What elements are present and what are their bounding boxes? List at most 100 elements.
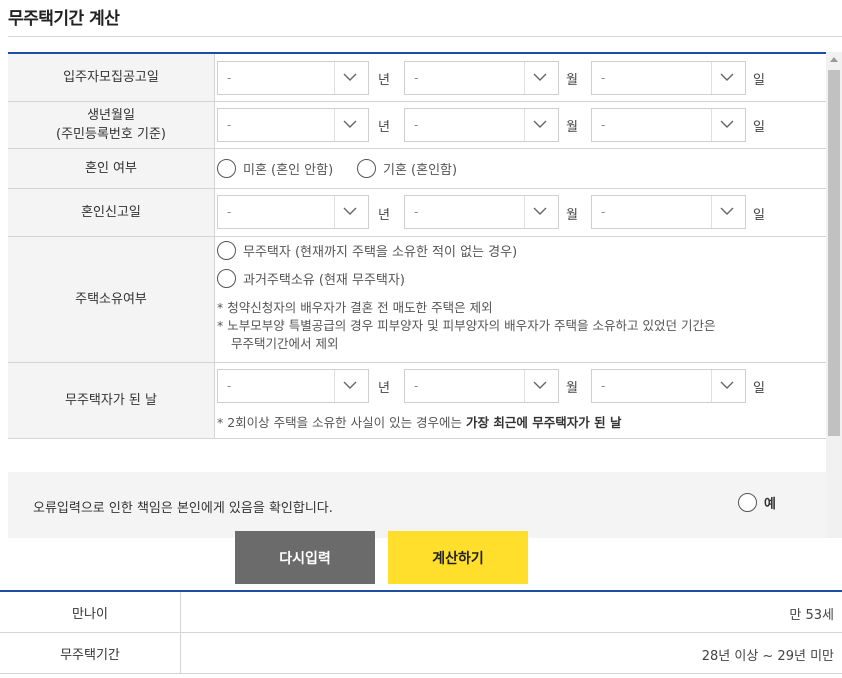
scrollbar-thumb[interactable] <box>828 70 840 436</box>
unit-day: 일 <box>753 120 765 135</box>
select-value: - <box>227 379 232 393</box>
period-label: 무주택기간 <box>0 633 181 673</box>
select-value: - <box>227 205 232 219</box>
homeless-day-select[interactable]: - <box>591 369 746 403</box>
select-value: - <box>601 379 606 393</box>
confirm-text: 오류입력으로 인한 책임은 본인에게 있음을 확인합니다. <box>33 501 333 516</box>
radio-circle <box>217 159 236 178</box>
marriage-month-select[interactable]: - <box>404 195 559 229</box>
reset-button[interactable]: 다시입력 <box>235 531 375 584</box>
row-marriage-date: 혼인신고일 - 년 - 월 - 일 <box>8 189 826 237</box>
homeless-note-bold: 가장 최근에 무주택자가 된 날 <box>466 415 622 430</box>
recruit-date-label: 입주자모집공고일 <box>8 54 215 101</box>
chevron-down-icon <box>524 62 554 94</box>
ownership-note-1: * 청약신청자의 배우자가 결혼 전 매도한 주택은 제외 <box>217 300 493 315</box>
birth-day-select[interactable]: - <box>591 108 746 142</box>
radio-label: 과거주택소유 (현재 무주택자) <box>243 273 405 288</box>
ownership-past-radio[interactable]: 과거주택소유 (현재 무주택자) <box>217 269 405 288</box>
homeless-note-text: * 2회이상 주택을 소유한 사실이 있는 경우에는 <box>217 415 467 430</box>
ownership-label: 주택소유여부 <box>8 237 215 362</box>
page-title: 무주택기간 계산 <box>8 9 120 29</box>
select-value: - <box>227 71 232 85</box>
unit-day: 일 <box>753 73 765 88</box>
unit-year: 년 <box>378 73 390 88</box>
unit-year: 년 <box>378 381 390 396</box>
homeless-note: * 2회이상 주택을 소유한 사실이 있는 경우에는 가장 최근에 무주택자가 … <box>217 414 621 432</box>
ownership-note-2: * 노부모부양 특별공급의 경우 피부양자 및 피부양자의 배우자가 주택을 소… <box>217 318 716 333</box>
row-homeless-date: 무주택자가 된 날 - 년 - 월 - 일 * 2회이상 주택을 소유한 사실이… <box>8 363 826 439</box>
select-value: - <box>601 71 606 85</box>
ownership-notes: * 청약신청자의 배우자가 결혼 전 매도한 주택은 제외 * 노부모부양 특별… <box>217 299 715 353</box>
recruit-day-select[interactable]: - <box>591 61 746 95</box>
select-value: - <box>414 205 419 219</box>
unit-day: 일 <box>753 381 765 396</box>
chevron-down-icon <box>334 62 364 94</box>
ownership-never-radio[interactable]: 무주택자 (현재까지 주택을 소유한 적이 없는 경우) <box>217 241 517 260</box>
select-value: - <box>414 379 419 393</box>
unit-year: 년 <box>378 208 390 223</box>
birth-year-select[interactable]: - <box>217 108 369 142</box>
chevron-down-icon <box>711 62 741 94</box>
unit-day: 일 <box>753 208 765 223</box>
radio-circle <box>217 269 236 288</box>
result-table: 만나이 만 53세 무주택기간 28년 이상 ~ 29년 미만 <box>0 590 842 674</box>
marriage-married-radio[interactable]: 기혼 (혼인함) <box>357 159 457 178</box>
marriage-year-select[interactable]: - <box>217 195 369 229</box>
confirm-yes-radio[interactable]: 예 <box>738 493 776 512</box>
period-value: 28년 이상 ~ 29년 미만 <box>701 649 834 664</box>
calc-form: 입주자모집공고일 - 년 - 월 - 일 생년월일 (주민등록번호 기준) - … <box>8 52 826 439</box>
chevron-down-icon <box>524 109 554 141</box>
select-value: - <box>227 118 232 132</box>
ownership-note-2-cont: 무주택기간에서 제외 <box>231 336 339 351</box>
radio-label: 기혼 (혼인함) <box>383 163 458 178</box>
recruit-year-select[interactable]: - <box>217 61 369 95</box>
row-marriage: 혼인 여부 미혼 (혼인 안함) 기혼 (혼인함) <box>8 149 826 189</box>
age-label: 만나이 <box>0 592 181 632</box>
radio-circle <box>217 241 236 260</box>
chevron-down-icon <box>334 370 364 402</box>
confirm-box: 오류입력으로 인한 책임은 본인에게 있음을 확인합니다. 예 <box>8 472 826 538</box>
unit-month: 월 <box>566 73 578 88</box>
unit-year: 년 <box>378 120 390 135</box>
homeless-month-select[interactable]: - <box>404 369 559 403</box>
marriage-single-radio[interactable]: 미혼 (혼인 안함) <box>217 159 333 178</box>
age-value: 만 53세 <box>789 608 834 623</box>
chevron-down-icon <box>334 196 364 228</box>
marriage-date-label: 혼인신고일 <box>8 189 215 236</box>
homeless-year-select[interactable]: - <box>217 369 369 403</box>
marriage-label: 혼인 여부 <box>8 149 215 188</box>
birth-date-label-line2: (주민등록번호 기준) <box>56 127 166 142</box>
unit-month: 월 <box>566 381 578 396</box>
row-birth-date: 생년월일 (주민등록번호 기준) - 년 - 월 - 일 <box>8 102 826 149</box>
scroll-up-arrow-icon[interactable] <box>830 57 838 62</box>
radio-label: 미혼 (혼인 안함) <box>243 163 334 178</box>
select-value: - <box>601 205 606 219</box>
chevron-down-icon <box>524 370 554 402</box>
unit-month: 월 <box>566 208 578 223</box>
chevron-down-icon <box>711 109 741 141</box>
row-recruit-date: 입주자모집공고일 - 년 - 월 - 일 <box>8 54 826 102</box>
select-value: - <box>601 118 606 132</box>
chevron-down-icon <box>711 370 741 402</box>
radio-label: 예 <box>764 497 776 512</box>
select-value: - <box>414 118 419 132</box>
birth-date-label-line1: 생년월일 <box>87 108 135 123</box>
result-row-period: 무주택기간 28년 이상 ~ 29년 미만 <box>0 633 842 674</box>
result-row-age: 만나이 만 53세 <box>0 592 842 633</box>
recruit-month-select[interactable]: - <box>404 61 559 95</box>
birth-date-label: 생년월일 (주민등록번호 기준) <box>8 102 215 148</box>
radio-circle <box>357 159 376 178</box>
select-value: - <box>414 71 419 85</box>
chevron-down-icon <box>334 109 364 141</box>
row-ownership: 주택소유여부 무주택자 (현재까지 주택을 소유한 적이 없는 경우) 과거주택… <box>8 237 826 363</box>
radio-label: 무주택자 (현재까지 주택을 소유한 적이 없는 경우) <box>243 245 518 260</box>
title-divider <box>8 36 842 37</box>
vertical-scrollbar[interactable] <box>826 52 842 538</box>
unit-month: 월 <box>566 120 578 135</box>
chevron-down-icon <box>524 196 554 228</box>
radio-circle <box>738 493 757 512</box>
chevron-down-icon <box>711 196 741 228</box>
marriage-day-select[interactable]: - <box>591 195 746 229</box>
calculate-button[interactable]: 계산하기 <box>388 531 528 584</box>
birth-month-select[interactable]: - <box>404 108 559 142</box>
